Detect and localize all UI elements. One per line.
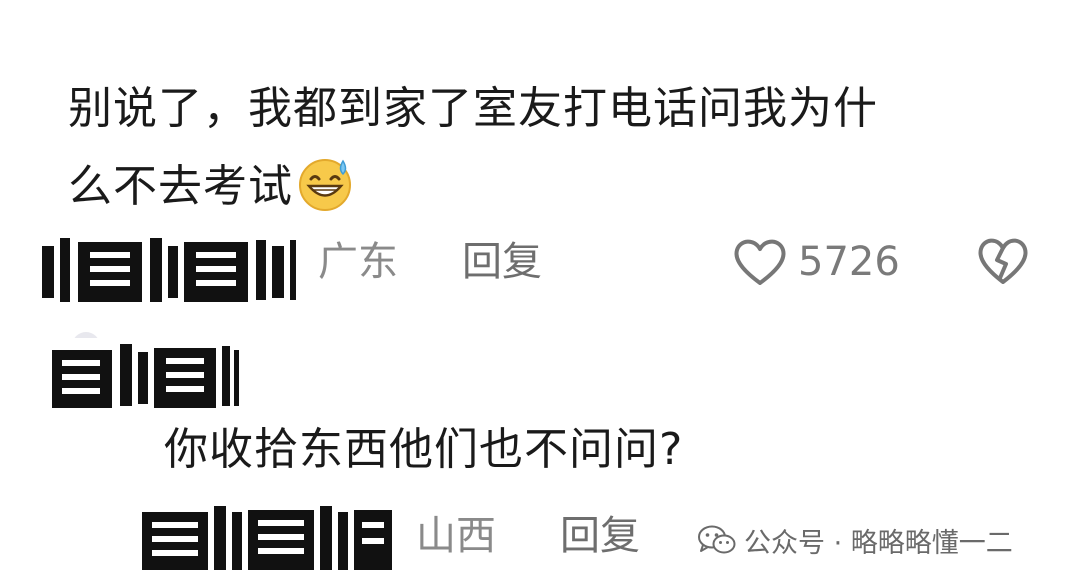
like-button[interactable]: 5726 <box>732 236 900 288</box>
reply-location: 山西 <box>416 513 496 559</box>
comment-location: 广东 <box>318 239 398 285</box>
redacted-username <box>38 232 300 308</box>
broken-heart-icon[interactable] <box>976 236 1030 286</box>
comment-body: 别说了，我都到家了室友打电话问我为什 么不去考试 <box>68 70 1028 226</box>
watermark: 公众号 · 略略略懂一二 <box>698 518 1013 562</box>
reply-body: 你收拾东西他们也不问问? <box>164 424 684 475</box>
wechat-icon <box>698 525 736 554</box>
comment-thread: 别说了，我都到家了室友打电话问我为什 么不去考试 广东 回复 5726 你收拾东… <box>0 0 1080 581</box>
comment-text-line-1: 别说了，我都到家了室友打电话问我为什 <box>68 83 878 134</box>
comment-reply-button[interactable]: 回复 <box>462 238 542 286</box>
comment-text-line-2-text: 么不去考试 <box>68 161 293 212</box>
reply-reply-button[interactable]: 回复 <box>560 512 640 560</box>
like-count: 5726 <box>798 239 900 285</box>
redacted-reply-username <box>50 338 240 412</box>
sweat-smile-emoji-icon <box>299 159 351 211</box>
watermark-text: 公众号 · 略略略懂一二 <box>744 527 1013 559</box>
redacted-reply2-username <box>140 494 396 574</box>
comment-text-line-2: 么不去考试 <box>68 148 1028 226</box>
heart-outline-icon <box>734 239 786 285</box>
